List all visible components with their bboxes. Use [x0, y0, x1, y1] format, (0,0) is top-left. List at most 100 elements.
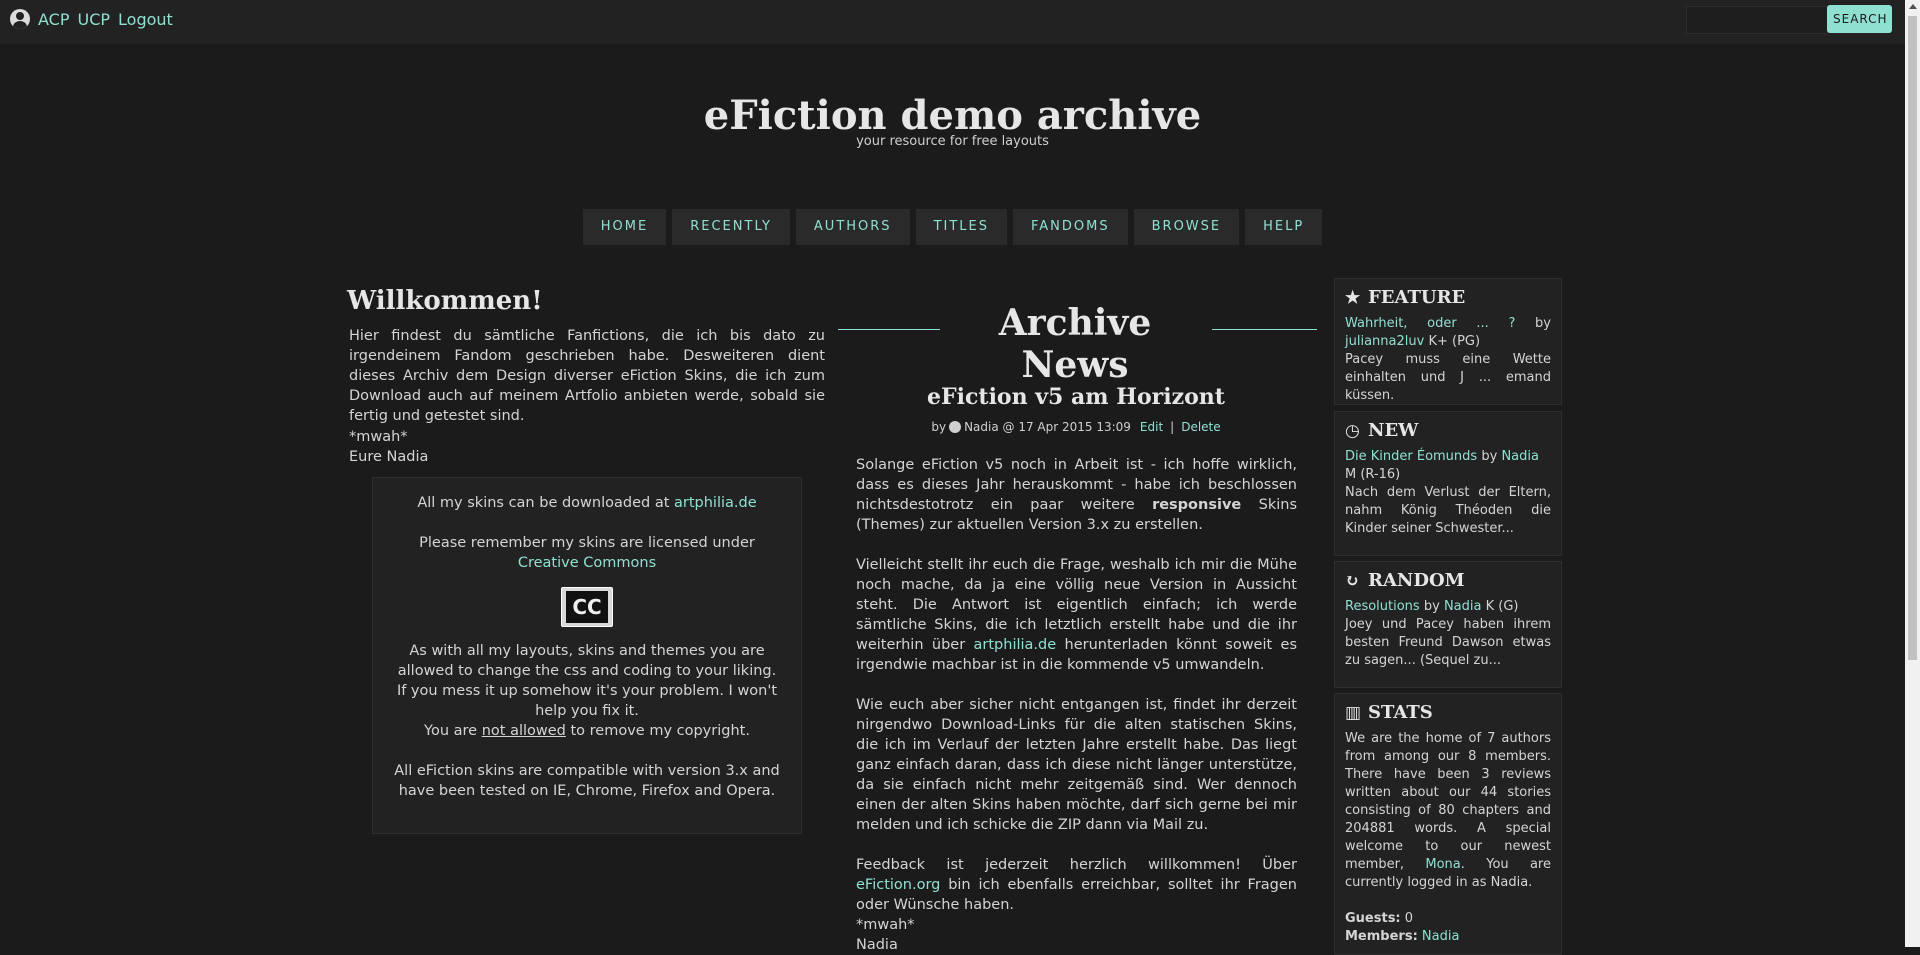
download-text: All my skins can be downloaded at — [417, 495, 670, 511]
members-line: Members: Nadia — [1345, 928, 1551, 946]
welcome-signature-2: Eure Nadia — [349, 449, 429, 465]
random-story-link[interactable]: Resolutions — [1345, 599, 1420, 614]
copyright-pre: You are — [424, 723, 478, 739]
scroll-up-arrow-icon[interactable] — [1909, 4, 1917, 9]
news-paragraph-2: Vielleicht stellt ihr euch die Frage, we… — [856, 555, 1297, 675]
user-circle-icon — [10, 9, 30, 29]
news-meta: by Nadia @ 17 Apr 2015 13:09 Edit | Dele… — [856, 420, 1296, 434]
license-text: Please remember my skins are licensed un… — [419, 535, 755, 551]
guests-label: Guests: — [1345, 911, 1401, 926]
new-by: by — [1481, 449, 1498, 464]
site-tagline: your resource for free layouts — [856, 134, 1049, 149]
logout-link[interactable]: Logout — [118, 10, 173, 29]
nav-home[interactable]: HOME — [582, 209, 667, 245]
welcome-text: Hier findest du sämtliche Fanfictions, d… — [349, 328, 825, 424]
download-line: All my skins can be downloaded at artphi… — [373, 493, 801, 513]
news-paragraph-3: Wie euch aber sicher nicht entgangen ist… — [856, 697, 1297, 833]
stats-body: We are the home of 7 authors from among … — [1335, 730, 1561, 954]
random-summary: Joey und Pacey haben ihrem besten Freund… — [1345, 617, 1551, 668]
creative-commons-link[interactable]: Creative Commons — [518, 555, 656, 571]
feature-block: ★ FEATURE Wahrheit, oder ... ? by julian… — [1334, 278, 1562, 405]
feature-title: ★ FEATURE — [1335, 279, 1561, 315]
new-title: ◷ NEW — [1335, 412, 1561, 448]
members-label: Members: — [1345, 929, 1418, 944]
ucp-link[interactable]: UCP — [77, 10, 110, 29]
scrollbar[interactable] — [1905, 0, 1920, 947]
meta-separator: | — [1170, 420, 1175, 434]
refresh-icon: ↻ — [1345, 570, 1360, 591]
search-button[interactable]: SEARCH — [1827, 5, 1892, 33]
nav-fandoms[interactable]: FANDOMS — [1013, 209, 1128, 245]
random-title: ↻ RANDOM — [1335, 562, 1561, 598]
random-by: by — [1423, 599, 1440, 614]
skin-info-box: All my skins can be downloaded at artphi… — [372, 477, 802, 834]
nav-titles[interactable]: TITLES — [915, 209, 1007, 245]
feature-author-link[interactable]: julianna2luv — [1345, 334, 1424, 349]
edit-link[interactable]: Edit — [1140, 420, 1163, 434]
cc-logo-text: CC — [566, 591, 608, 623]
nav-recently[interactable]: RECENTLY — [672, 209, 790, 245]
feature-story-link[interactable]: Wahrheit, oder ... ? — [1345, 316, 1515, 331]
random-body: Resolutions by Nadia K (G) Joey und Pace… — [1335, 598, 1561, 678]
acp-link[interactable]: ACP — [38, 10, 69, 29]
p1-bold: responsive — [1152, 497, 1242, 513]
random-author-link[interactable]: Nadia — [1444, 599, 1482, 614]
site-title: eFiction demo archive — [703, 92, 1202, 139]
new-rating: M (R-16) — [1345, 467, 1401, 482]
newest-member-link[interactable]: Mona — [1425, 857, 1460, 872]
license-para-2: If you mess it up somehow it's your prob… — [396, 683, 778, 719]
scroll-thumb[interactable] — [1908, 16, 1917, 660]
nav-help[interactable]: HELP — [1245, 209, 1323, 245]
feature-summary: Pacey muss eine Wette einhalten und J ..… — [1345, 352, 1551, 403]
artphilia-news-link[interactable]: artphilia.de — [974, 637, 1057, 653]
random-block: ↻ RANDOM Resolutions by Nadia K (G) Joey… — [1334, 561, 1562, 688]
compatibility-para: All eFiction skins are compatible with v… — [394, 763, 780, 799]
feature-body: Wahrheit, oder ... ? by julianna2luv K+ … — [1335, 315, 1561, 413]
news-paragraph-4: Feedback ist jederzeit herzlich willkomm… — [856, 855, 1297, 915]
license-line: Please remember my skins are licensed un… — [373, 533, 801, 573]
stats-title-text: STATS — [1368, 702, 1433, 723]
new-block: ◷ NEW Die Kinder Éomunds by Nadia M (R-1… — [1334, 411, 1562, 556]
divider-left — [838, 329, 940, 330]
stats-text-a: We are the home of 7 authors from among … — [1345, 731, 1551, 872]
main-nav: HOME RECENTLY AUTHORS TITLES FANDOMS BRO… — [0, 209, 1905, 245]
meta-by: by — [931, 420, 947, 434]
top-bar: ACP UCP Logout SEARCH — [0, 0, 1905, 44]
user-circle-icon — [949, 421, 962, 433]
new-summary: Nach dem Verlust der Eltern, nahm König … — [1345, 485, 1551, 536]
member-nadia-link[interactable]: Nadia — [1422, 929, 1460, 944]
feature-by: by — [1535, 316, 1551, 331]
new-author-link[interactable]: Nadia — [1501, 449, 1539, 464]
not-allowed-text: not allowed — [481, 723, 566, 739]
random-title-text: RANDOM — [1368, 570, 1465, 591]
clock-icon: ◷ — [1345, 420, 1360, 441]
new-story-link[interactable]: Die Kinder Éomunds — [1345, 449, 1477, 464]
news-signature-2: Nadia — [856, 937, 898, 953]
artphilia-link[interactable]: artphilia.de — [674, 495, 757, 511]
stats-block: ▥ STATS We are the home of 7 authors fro… — [1334, 693, 1562, 955]
divider-right — [1212, 329, 1317, 330]
welcome-signature-1: *mwah* — [349, 429, 408, 445]
search-input[interactable] — [1686, 6, 1828, 34]
creative-commons-logo: CC — [561, 587, 613, 627]
p4-text-a: Feedback ist jederzeit herzlich willkomm… — [856, 857, 1297, 873]
news-paragraph-1: Solange eFiction v5 noch in Arbeit ist -… — [856, 455, 1297, 535]
new-title-text: NEW — [1368, 420, 1419, 441]
news-story-title: eFiction v5 am Horizont — [927, 384, 1225, 410]
license-para-3: You are not allowed to remove my copyrig… — [373, 721, 801, 741]
star-icon: ★ — [1345, 287, 1361, 308]
meta-author-date: Nadia @ 17 Apr 2015 13:09 — [964, 420, 1131, 434]
nav-authors[interactable]: AUTHORS — [795, 209, 910, 245]
license-para-1: As with all my layouts, skins and themes… — [397, 643, 777, 679]
stats-title: ▥ STATS — [1335, 694, 1561, 730]
news-signature-1: *mwah* — [856, 917, 915, 933]
copyright-post: to remove my copyright. — [570, 723, 750, 739]
random-rating: K (G) — [1485, 599, 1519, 614]
news-heading: Archive News — [998, 302, 1152, 386]
nav-browse[interactable]: BROWSE — [1133, 209, 1240, 245]
new-body: Die Kinder Éomunds by Nadia M (R-16) Nac… — [1335, 448, 1561, 546]
efiction-org-link[interactable]: eFiction.org — [856, 877, 940, 893]
feature-rating: K+ (PG) — [1428, 334, 1481, 349]
delete-link[interactable]: Delete — [1181, 420, 1220, 434]
welcome-title: Willkommen! — [347, 286, 543, 316]
